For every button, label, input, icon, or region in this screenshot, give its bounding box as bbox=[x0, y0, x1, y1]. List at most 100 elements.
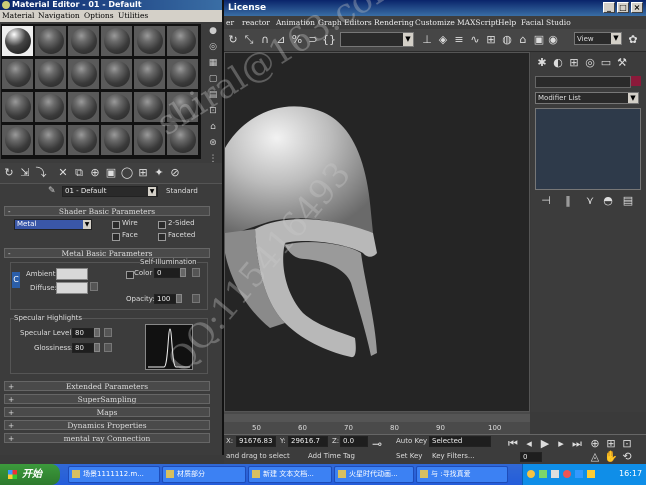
menu-item-material[interactable]: Material bbox=[2, 10, 34, 22]
extended-parameters-rollout[interactable]: + Extended Parameters bbox=[4, 381, 210, 391]
menu-item-graph-editors[interactable]: Graph Editors bbox=[318, 16, 372, 29]
backlight-icon[interactable]: ◎ bbox=[206, 40, 220, 54]
menu-item-edit[interactable]: er bbox=[226, 16, 234, 29]
material-sample-slot[interactable] bbox=[35, 59, 66, 89]
percent-snap-icon[interactable]: % bbox=[290, 33, 304, 47]
reset-map-icon[interactable]: ✕ bbox=[56, 166, 70, 180]
material-editor-icon[interactable]: ◍ bbox=[500, 33, 514, 47]
perspective-viewport[interactable] bbox=[224, 52, 530, 412]
tray-security-icon[interactable] bbox=[563, 470, 571, 478]
modify-tab-icon[interactable]: ◐ bbox=[551, 56, 565, 70]
background-icon[interactable]: ▦ bbox=[206, 56, 220, 70]
menu-item-utilities[interactable]: Utilities bbox=[118, 10, 148, 22]
glossiness-map-button[interactable] bbox=[104, 343, 112, 352]
material-sample-slot[interactable] bbox=[68, 26, 99, 56]
zoom-icon[interactable]: ⊕ bbox=[588, 437, 602, 451]
material-sample-slot[interactable] bbox=[134, 125, 165, 155]
make-copy-icon[interactable]: ⧉ bbox=[72, 166, 86, 180]
motion-tab-icon[interactable]: ◎ bbox=[583, 56, 597, 70]
quick-render-icon[interactable]: ▣ bbox=[532, 33, 546, 47]
tray-messenger-icon[interactable] bbox=[575, 470, 583, 478]
show-end-result-icon[interactable]: ✦ bbox=[152, 166, 166, 180]
utilities-tab-icon[interactable]: ⚒ bbox=[615, 56, 629, 70]
time-slider[interactable]: 50 60 70 80 90 100 bbox=[224, 412, 530, 434]
teapot-render-icon[interactable]: ✿ bbox=[626, 33, 640, 47]
opacity-map-button[interactable] bbox=[192, 294, 200, 303]
menu-item-options[interactable]: Options bbox=[84, 10, 114, 22]
key-mode-dropdown[interactable]: Selected bbox=[429, 436, 491, 447]
close-button[interactable]: × bbox=[631, 2, 643, 13]
next-frame-icon[interactable]: ▸ bbox=[554, 437, 568, 451]
modifier-stack[interactable] bbox=[535, 108, 641, 190]
menu-item-customize[interactable]: Customize bbox=[415, 16, 455, 29]
faceted-checkbox[interactable] bbox=[158, 233, 166, 241]
glossiness-field[interactable]: 80 bbox=[72, 343, 94, 353]
start-button[interactable]: 开始 bbox=[0, 464, 60, 485]
go-to-parent-icon[interactable]: ⊘ bbox=[168, 166, 182, 180]
assign-to-selection-icon[interactable]: ⤵ bbox=[34, 166, 48, 180]
create-tab-icon[interactable]: ✱ bbox=[535, 56, 549, 70]
spinner-snap-icon[interactable]: ⊃ bbox=[306, 33, 320, 47]
modifier-list-dropdown[interactable]: Modifier List ▼ bbox=[535, 92, 639, 104]
maps-rollout[interactable]: + Maps bbox=[4, 407, 210, 417]
tray-ime-icon[interactable] bbox=[587, 470, 595, 478]
taskbar-item[interactable]: 场景1111112.m... bbox=[68, 466, 160, 483]
coord-y-field[interactable]: 29616.7 bbox=[288, 436, 328, 447]
self-illum-value-field[interactable]: 0 bbox=[154, 268, 180, 278]
pick-material-icon[interactable]: ✎ bbox=[48, 186, 58, 196]
self-illum-color-checkbox[interactable] bbox=[126, 271, 134, 279]
material-sample-slot[interactable] bbox=[101, 26, 132, 56]
snap-icon[interactable]: ∩ bbox=[258, 33, 272, 47]
pan-icon[interactable]: ✋ bbox=[604, 450, 618, 464]
menu-item-animation[interactable]: Animation bbox=[276, 16, 315, 29]
supersampling-rollout[interactable]: + SuperSampling bbox=[4, 394, 210, 404]
material-sample-slot[interactable] bbox=[134, 92, 165, 122]
taskbar-item[interactable]: 火星时代动画... bbox=[334, 466, 414, 483]
show-map-in-viewport-icon[interactable]: ⊞ bbox=[136, 166, 150, 180]
scale-icon[interactable]: ⤡ bbox=[242, 33, 256, 47]
add-time-tag-button[interactable]: Add Time Tag bbox=[308, 452, 355, 460]
mirror-icon[interactable]: ⊥ bbox=[420, 33, 434, 47]
maximize-button[interactable]: □ bbox=[617, 2, 629, 13]
material-sample-slot[interactable] bbox=[68, 125, 99, 155]
material-sample-slot[interactable] bbox=[101, 59, 132, 89]
material-sample-slot[interactable] bbox=[167, 59, 198, 89]
key-icon[interactable]: ⊸ bbox=[372, 437, 392, 461]
uv-tiling-icon[interactable]: ▢ bbox=[206, 72, 220, 86]
show-end-result-icon[interactable]: ‖ bbox=[561, 194, 575, 208]
diffuse-map-button[interactable] bbox=[90, 282, 98, 291]
goto-start-icon[interactable]: ⏮ bbox=[506, 437, 520, 451]
schematic-icon[interactable]: ⊞ bbox=[484, 33, 498, 47]
menu-item-rendering[interactable]: Rendering bbox=[374, 16, 414, 29]
get-material-icon[interactable]: ↻ bbox=[2, 166, 16, 180]
align-icon[interactable]: ◈ bbox=[436, 33, 450, 47]
menu-item-help[interactable]: Help bbox=[498, 16, 516, 29]
material-sample-slot[interactable] bbox=[134, 26, 165, 56]
self-illum-map-button[interactable] bbox=[192, 268, 200, 277]
object-color-swatch[interactable] bbox=[631, 76, 641, 86]
material-sample-slot[interactable] bbox=[68, 59, 99, 89]
curve-editor-icon[interactable]: ∿ bbox=[468, 33, 482, 47]
material-sample-slot[interactable] bbox=[2, 125, 33, 155]
lock-ambient-diffuse-button[interactable]: C bbox=[12, 272, 20, 288]
metal-basic-parameters-rollout[interactable]: - Metal Basic Parameters bbox=[4, 248, 210, 258]
pin-stack-icon[interactable]: ⊣ bbox=[539, 194, 553, 208]
menu-item-maxscript[interactable]: MAXScript bbox=[457, 16, 499, 29]
render-icon[interactable]: ◉ bbox=[546, 33, 560, 47]
coord-x-field[interactable]: 91676.83 bbox=[236, 436, 276, 447]
taskbar-item[interactable]: 新建 文本文档... bbox=[248, 466, 332, 483]
material-effects-channel-icon[interactable]: ◯ bbox=[120, 166, 134, 180]
field-of-view-icon[interactable]: ◬ bbox=[588, 450, 602, 464]
material-sample-slot[interactable] bbox=[2, 26, 33, 56]
tray-app-icon[interactable] bbox=[527, 470, 535, 478]
taskbar-item[interactable]: 与 :寻找真爱 bbox=[416, 466, 508, 483]
specular-level-field[interactable]: 80 bbox=[72, 328, 94, 338]
self-illum-spinner[interactable] bbox=[180, 268, 186, 277]
two-sided-checkbox[interactable] bbox=[158, 221, 166, 229]
current-frame-field[interactable]: 0 bbox=[520, 452, 542, 462]
key-filters-button[interactable]: Key Filters... bbox=[432, 452, 475, 460]
menu-item-facial-studio[interactable]: Facial Studio bbox=[521, 16, 571, 29]
prev-frame-icon[interactable]: ◂ bbox=[522, 437, 536, 451]
opacity-spinner[interactable] bbox=[176, 294, 182, 303]
make-preview-icon[interactable]: ⊡ bbox=[206, 104, 220, 118]
